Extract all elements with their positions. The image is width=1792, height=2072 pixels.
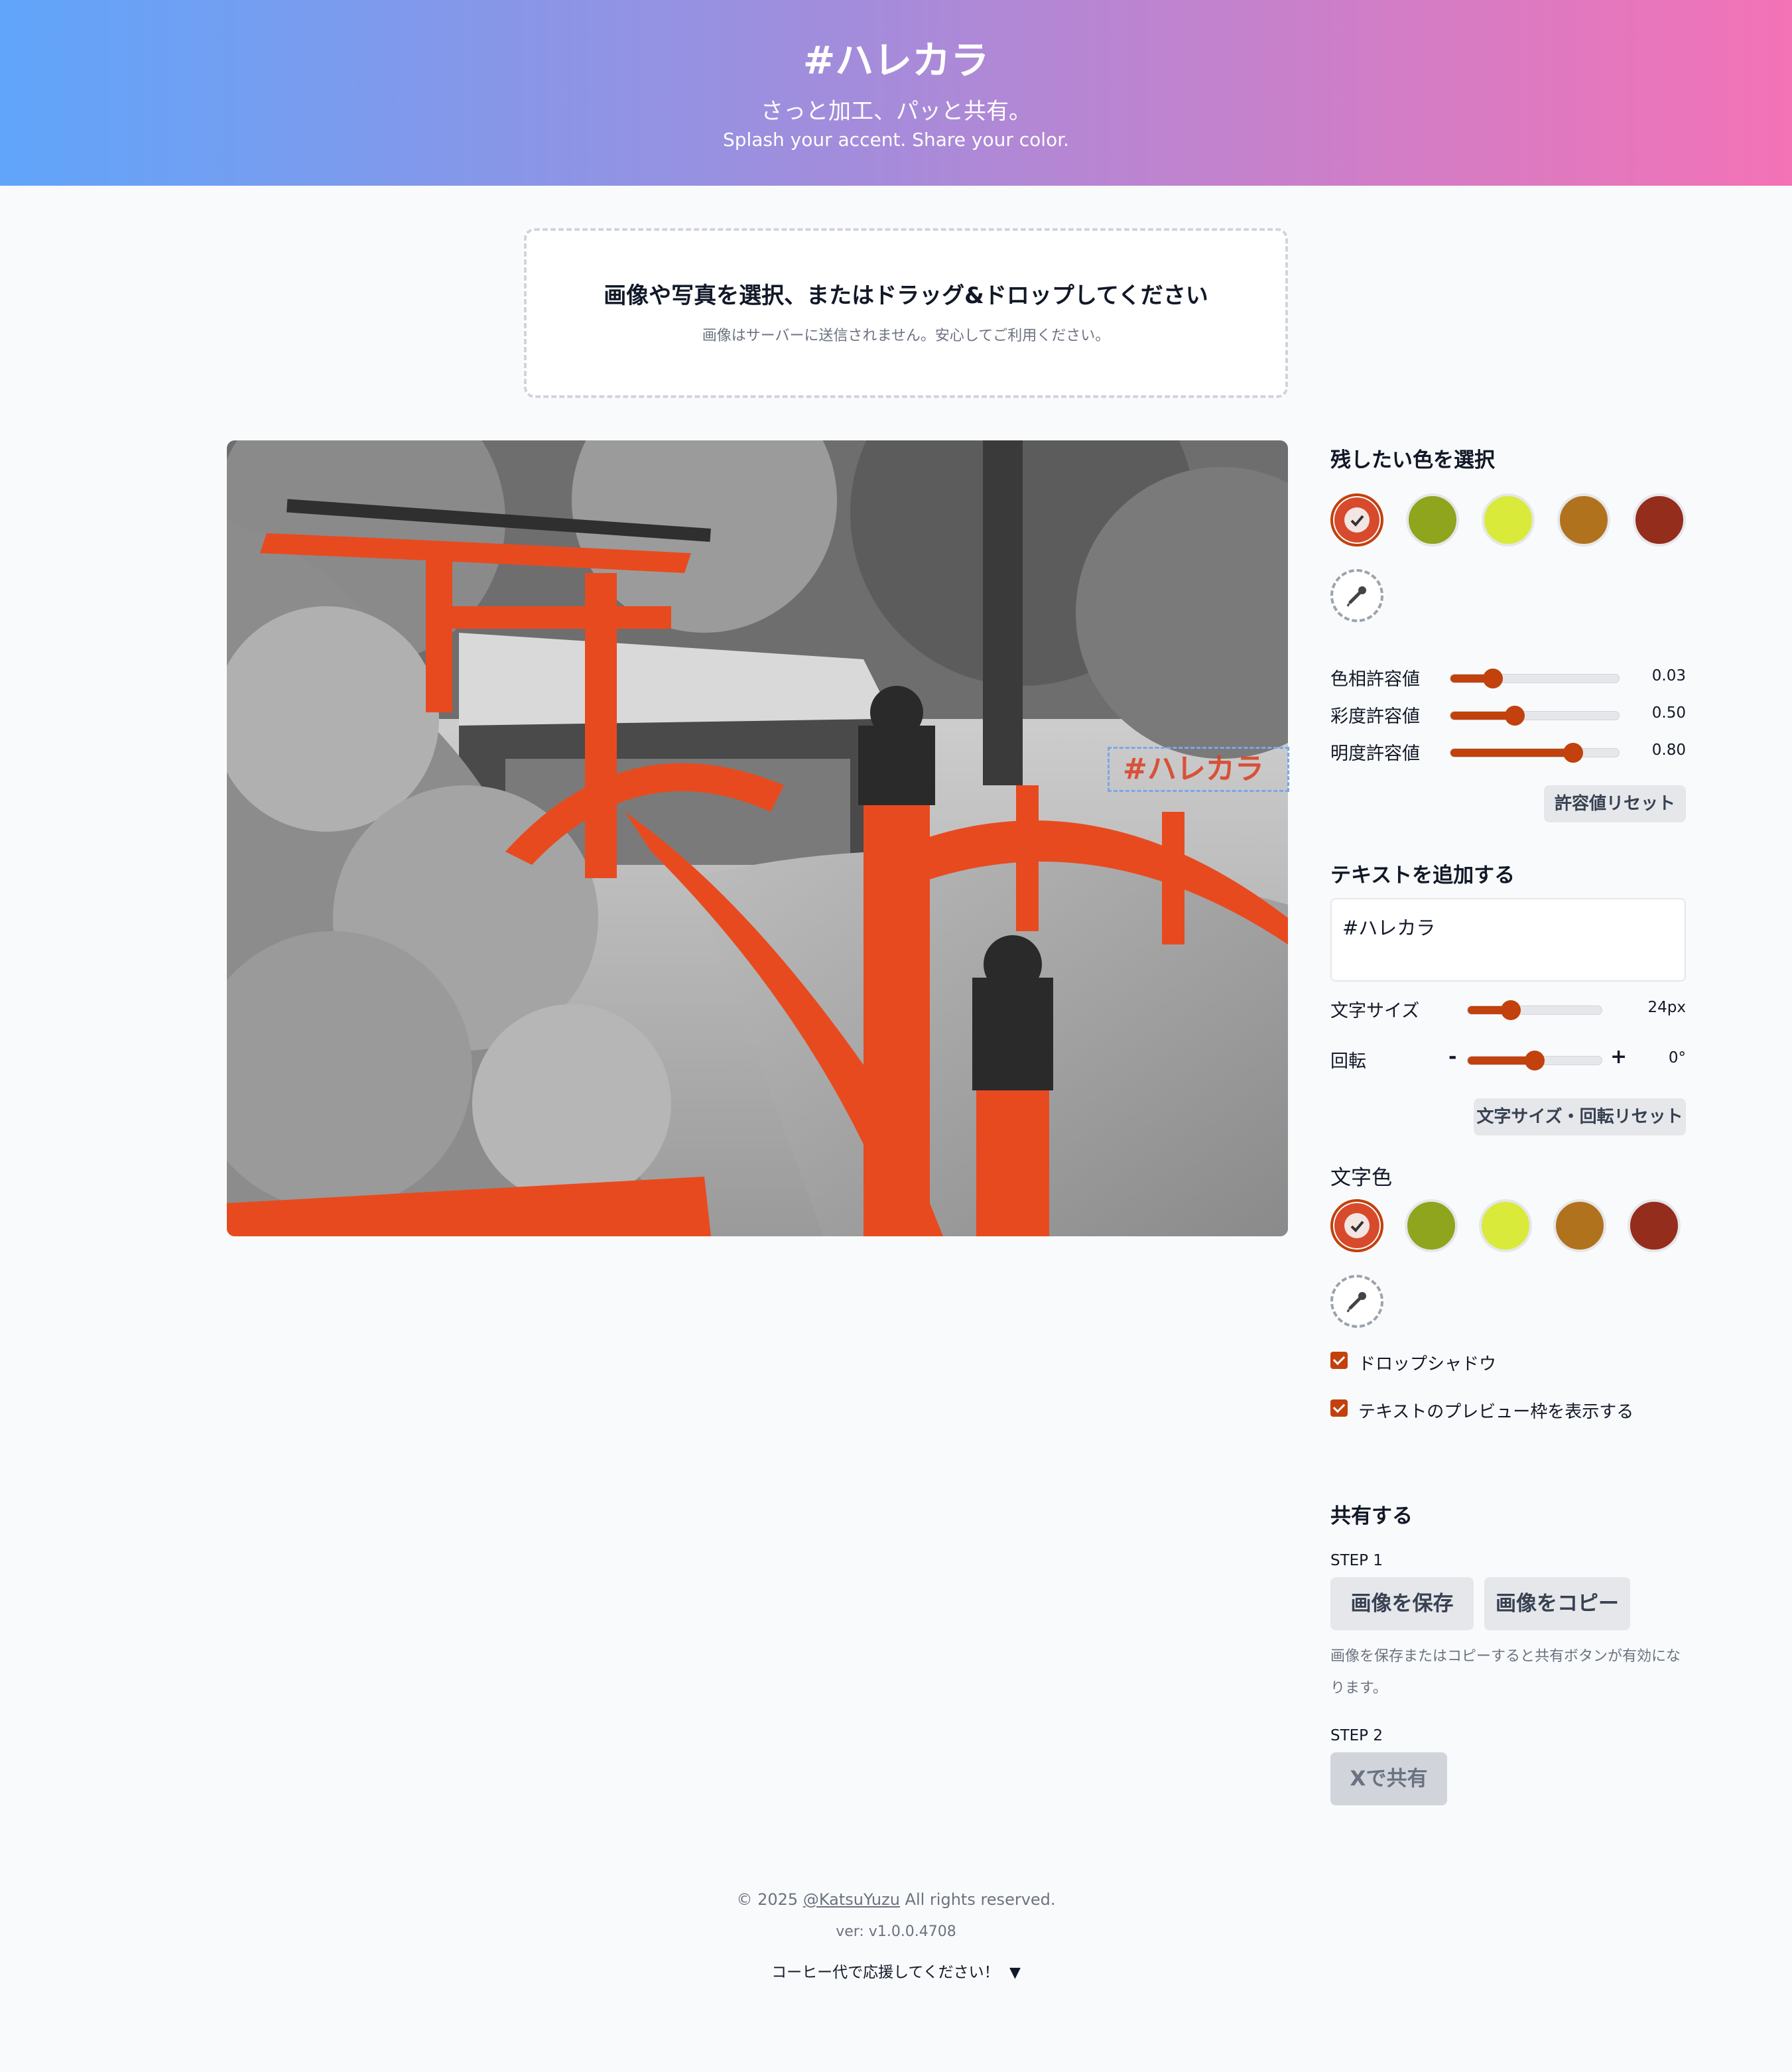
color-swatch-2[interactable]	[1406, 493, 1459, 547]
copyright-suffix: All rights reserved.	[905, 1890, 1056, 1909]
brightness-tolerance-slider[interactable]	[1450, 743, 1620, 763]
saturation-tolerance-label: 彩度許容値	[1330, 706, 1420, 727]
color-swatch-5[interactable]	[1633, 493, 1686, 547]
rotation-slider[interactable]	[1467, 1051, 1602, 1070]
color-select-title: 残したい色を選択	[1330, 448, 1495, 472]
check-icon	[1344, 507, 1370, 533]
eyedropper-icon	[1346, 1292, 1366, 1313]
text-color-title: 文字色	[1330, 1166, 1392, 1190]
text-color-swatch-1[interactable]	[1330, 1199, 1383, 1252]
hue-tolerance-label: 色相許容値	[1330, 669, 1420, 690]
tagline-en: Splash your accent. Share your color.	[722, 129, 1070, 151]
share-hint: 画像を保存またはコピーすると共有ボタンが有効になります。	[1330, 1648, 1681, 1697]
preview-image	[227, 440, 1288, 1236]
share-x-button[interactable]: Xで共有	[1330, 1752, 1447, 1805]
copyright-prefix: © 2025	[736, 1890, 799, 1909]
share-title: 共有する	[1330, 1504, 1413, 1528]
color-swatches	[1330, 493, 1686, 547]
save-image-button[interactable]: 画像を保存	[1330, 1577, 1474, 1630]
font-size-slider[interactable]	[1467, 1000, 1602, 1020]
dropzone-title: 画像や写真を選択、またはドラッグ&ドロップしてください	[604, 283, 1208, 309]
text-color-swatch-4[interactable]	[1553, 1199, 1606, 1252]
rotation-plus-button[interactable]: +	[1610, 1045, 1627, 1068]
text-input[interactable]: #ハレカラ	[1330, 898, 1686, 982]
rotation-minus-button[interactable]: -	[1448, 1045, 1456, 1068]
step1-label: STEP 1	[1330, 1552, 1383, 1569]
eyedropper-icon	[1346, 586, 1366, 607]
color-swatch-1[interactable]	[1330, 493, 1383, 547]
support-label: コーヒー代で応援してください！	[771, 1964, 999, 1981]
font-size-label: 文字サイズ	[1330, 1001, 1420, 1021]
preview-frame-label: テキストのプレビュー枠を表示する	[1358, 1402, 1634, 1422]
rotation-row: 回転 - + 0°	[1330, 1041, 1686, 1078]
dropzone-note: 画像はサーバーに送信されません。安心してご利用ください。	[702, 328, 1110, 344]
saturation-tolerance-value: 0.50	[1651, 704, 1686, 722]
app-header: #ハレカラ さっと加工、パッと共有。 Splash your accent. S…	[0, 0, 1792, 186]
text-color-swatch-3[interactable]	[1479, 1199, 1532, 1252]
color-swatch-3[interactable]	[1482, 493, 1535, 547]
tolerance-reset-button[interactable]: 許容値リセット	[1544, 785, 1686, 822]
rotation-value: 0°	[1668, 1049, 1686, 1067]
footer-copyright: © 2025 @KatsuYuzu All rights reserved.	[0, 1890, 1792, 1909]
hue-tolerance-row: 色相許容値 0.03	[1330, 659, 1686, 696]
drop-shadow-checkbox[interactable]	[1330, 1352, 1348, 1369]
text-reset-button[interactable]: 文字サイズ・回転リセット	[1474, 1098, 1686, 1135]
hue-tolerance-slider[interactable]	[1450, 669, 1620, 688]
brightness-tolerance-row: 明度許容値 0.80	[1330, 734, 1686, 771]
text-color-picker-button[interactable]	[1330, 1275, 1383, 1328]
drop-shadow-label: ドロップシャドウ	[1358, 1354, 1497, 1374]
app-title: #ハレカラ	[802, 38, 990, 83]
saturation-tolerance-row: 彩度許容値 0.50	[1330, 696, 1686, 734]
preview-frame-checkbox[interactable]	[1330, 1399, 1348, 1417]
triangle-down-icon: ▼	[1009, 1965, 1021, 1981]
brightness-tolerance-label: 明度許容値	[1330, 744, 1420, 764]
rotation-label: 回転	[1330, 1051, 1366, 1072]
check-icon	[1344, 1213, 1370, 1238]
font-size-row: 文字サイズ 24px	[1330, 991, 1686, 1028]
text-color-swatch-5[interactable]	[1628, 1199, 1681, 1252]
text-color-swatches	[1330, 1199, 1681, 1252]
image-canvas[interactable]	[227, 440, 1288, 1236]
author-link[interactable]: @KatsuYuzu	[803, 1890, 900, 1909]
text-color-swatch-2[interactable]	[1405, 1199, 1458, 1252]
footer-version: ver: v1.0.0.4708	[836, 1923, 956, 1940]
tagline: さっと加工、パッと共有。	[761, 98, 1031, 125]
hue-tolerance-value: 0.03	[1651, 667, 1686, 684]
color-swatch-4[interactable]	[1557, 493, 1610, 547]
add-text-title: テキストを追加する	[1330, 864, 1515, 887]
saturation-tolerance-slider[interactable]	[1450, 706, 1620, 726]
image-dropzone[interactable]: 画像や写真を選択、またはドラッグ&ドロップしてください 画像はサーバーに送信され…	[524, 228, 1288, 398]
support-toggle[interactable]: コーヒー代で応援してください！ ▼	[0, 1959, 1792, 1982]
brightness-tolerance-value: 0.80	[1651, 742, 1686, 759]
step2-label: STEP 2	[1330, 1727, 1383, 1744]
copy-image-button[interactable]: 画像をコピー	[1484, 1577, 1630, 1630]
color-picker-button[interactable]	[1330, 569, 1383, 622]
font-size-value: 24px	[1647, 999, 1686, 1016]
text-overlay-preview[interactable]: #ハレカラ	[1108, 747, 1289, 792]
